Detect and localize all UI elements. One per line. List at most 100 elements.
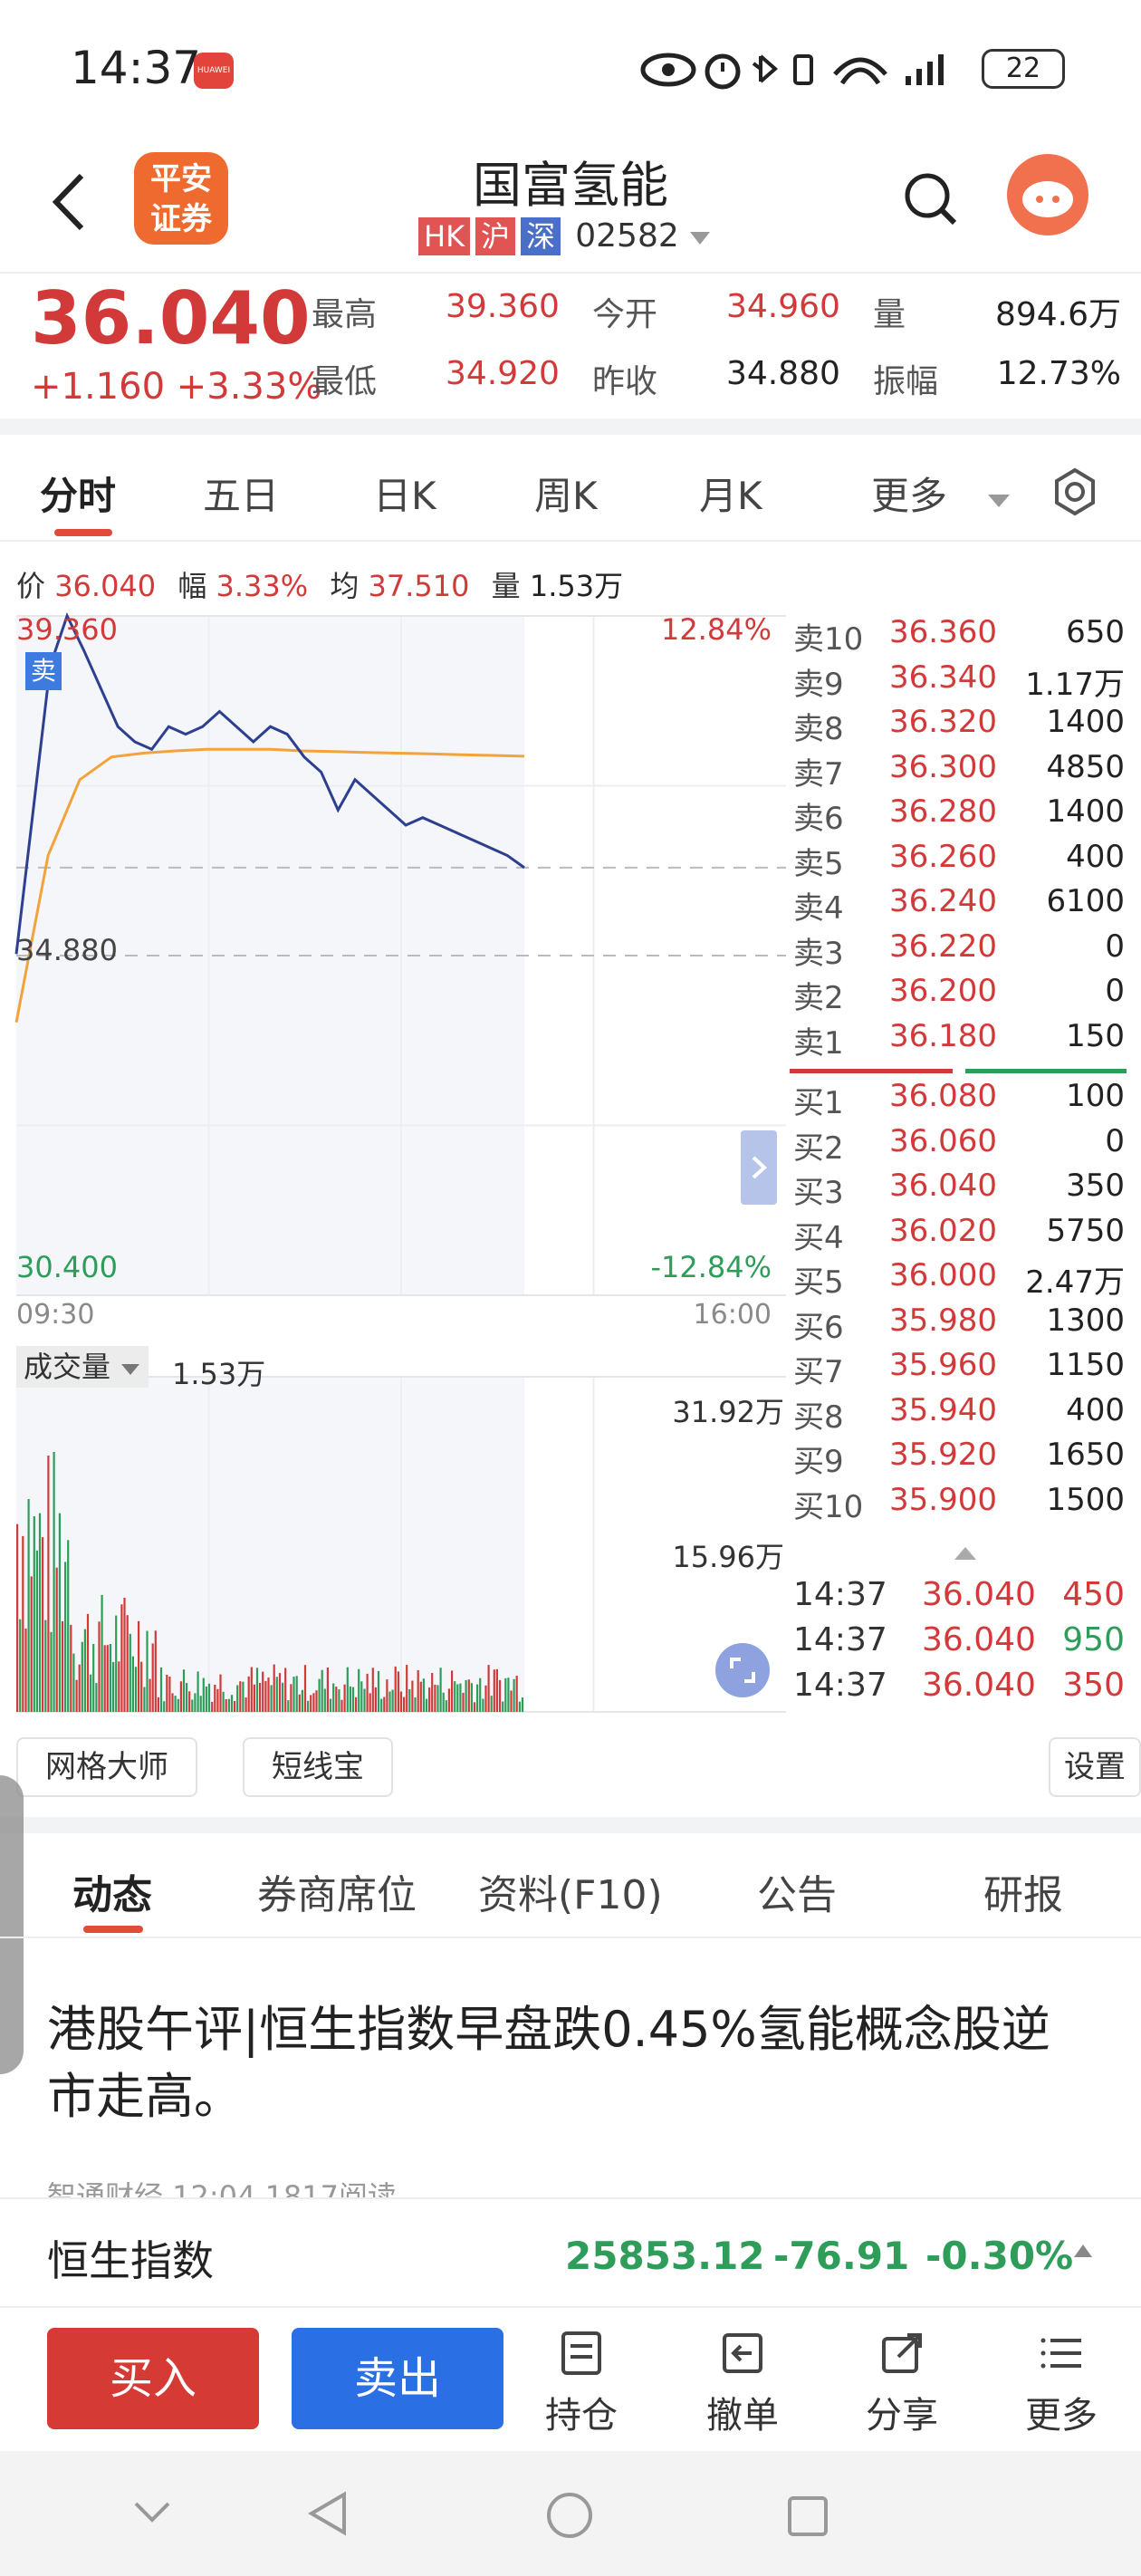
volume-bar <box>86 1613 90 1712</box>
buy-button[interactable]: 买入 <box>47 2328 259 2429</box>
tab-more[interactable]: 更多 <box>871 466 1012 521</box>
chevron-up-icon[interactable] <box>953 1543 978 1562</box>
bid-row[interactable]: 买4 36.020 5750 <box>790 1213 1132 1258</box>
ask-row[interactable]: 卖8 36.320 1400 <box>790 704 1132 749</box>
volume-bar <box>129 1633 131 1712</box>
bid-row[interactable]: 买7 35.960 1150 <box>790 1347 1132 1392</box>
tab-intraday[interactable]: 分时 <box>40 466 116 521</box>
volume-bar <box>216 1688 219 1712</box>
share-button[interactable]: 分享 <box>848 2330 956 2438</box>
volume-bar <box>120 1604 123 1712</box>
sell-button[interactable]: 卖出 <box>292 2328 503 2429</box>
volume-bar <box>442 1692 445 1712</box>
indicator-selector[interactable]: 成交量 <box>16 1346 149 1388</box>
ask-row[interactable]: 卖10 36.360 650 <box>790 614 1132 659</box>
tab-dynamics[interactable]: 动态 <box>72 1862 152 1920</box>
tab-weekly-k[interactable]: 周K <box>534 466 598 521</box>
volume-bar <box>75 1679 78 1712</box>
bid-row[interactable]: 买6 35.980 1300 <box>790 1302 1132 1348</box>
level-volume: 0 <box>1105 928 1125 965</box>
volume-bar <box>287 1700 290 1712</box>
volume-bar <box>326 1668 329 1712</box>
ask-row[interactable]: 卖9 36.340 1.17万 <box>790 659 1132 705</box>
chart-start-time: 09:30 <box>16 1299 95 1331</box>
indicator-label: 成交量 <box>24 1350 111 1384</box>
back-triangle-icon[interactable] <box>308 2491 348 2536</box>
bid-row[interactable]: 买10 35.900 1500 <box>790 1482 1132 1527</box>
bid-row[interactable]: 买3 36.040 350 <box>790 1168 1132 1213</box>
chart-bottom-price: 30.400 <box>16 1250 118 1284</box>
volume-bar <box>194 1693 197 1712</box>
tab-f10[interactable]: 资料(F10) <box>478 1862 663 1920</box>
info-price: 36.040 <box>54 569 157 603</box>
assistant-avatar[interactable] <box>1007 154 1088 235</box>
bid-row[interactable]: 买8 35.940 400 <box>790 1392 1132 1437</box>
bid-row[interactable]: 买2 36.060 0 <box>790 1123 1132 1168</box>
positions-button[interactable]: 持仓 <box>527 2330 636 2438</box>
info-avg: 37.510 <box>368 569 470 603</box>
gear-icon[interactable] <box>1050 467 1099 516</box>
search-icon[interactable] <box>902 170 958 226</box>
tick-time: 14:37 <box>793 1621 887 1658</box>
volume-bar <box>282 1682 284 1712</box>
volume-bar <box>101 1594 103 1712</box>
level-volume: 0 <box>1105 1122 1125 1159</box>
tick-volume: 350 <box>1062 1667 1125 1704</box>
more-button[interactable]: 更多 <box>1007 2330 1116 2438</box>
ask-row[interactable]: 卖4 36.240 6100 <box>790 883 1132 928</box>
bid-row[interactable]: 买5 36.000 2.47万 <box>790 1257 1132 1302</box>
ask-row[interactable]: 卖2 36.200 0 <box>790 973 1132 1018</box>
ask-row[interactable]: 卖7 36.300 4850 <box>790 749 1132 794</box>
tab-five-day[interactable]: 五日 <box>203 466 279 521</box>
stock-code-selector[interactable]: HK 沪深 02582 <box>418 217 712 255</box>
tab-announcements[interactable]: 公告 <box>757 1862 837 1920</box>
stock-title: 国富氢能 <box>473 157 668 214</box>
grid-master-button[interactable]: 网格大师 <box>16 1737 197 1797</box>
tick-price: 36.040 <box>922 1576 1036 1613</box>
tab-broker-seats[interactable]: 券商席位 <box>257 1862 417 1920</box>
bid-row[interactable]: 买9 35.920 1650 <box>790 1437 1132 1482</box>
volume-bar <box>476 1684 479 1712</box>
volume-bar <box>383 1697 386 1712</box>
volume-bar <box>109 1644 111 1712</box>
cancel-order-button[interactable]: 撤单 <box>688 2330 797 2438</box>
volume-bar <box>278 1673 282 1712</box>
level-price: 36.020 <box>889 1212 997 1249</box>
recents-square-icon[interactable] <box>786 2494 829 2538</box>
index-value: 25853.12 <box>565 2234 765 2278</box>
system-status-icons <box>640 53 944 90</box>
tab-daily-k[interactable]: 日K <box>373 466 436 521</box>
ask-row[interactable]: 卖1 36.180 150 <box>790 1018 1132 1063</box>
ask-row[interactable]: 卖5 36.260 400 <box>790 839 1132 884</box>
intraday-chart[interactable] <box>0 607 788 1721</box>
chevron-down-icon <box>988 495 1011 507</box>
fullscreen-button[interactable] <box>715 1643 770 1697</box>
ask-row[interactable]: 卖6 36.280 1400 <box>790 793 1132 839</box>
short-line-button[interactable]: 短线宝 <box>243 1737 393 1797</box>
volume-bar <box>431 1673 434 1712</box>
chevron-down-icon[interactable] <box>132 2498 172 2525</box>
tick-time: 14:37 <box>793 1667 887 1704</box>
home-circle-icon[interactable] <box>545 2491 594 2540</box>
tab-research[interactable]: 研报 <box>983 1862 1063 1920</box>
chart-top-price: 39.360 <box>16 612 118 647</box>
info-avg-label: 均 <box>330 569 360 603</box>
volume-axis-max: 31.92万 <box>672 1395 784 1429</box>
volume-bar <box>138 1620 140 1712</box>
chart-settings-button[interactable]: 设置 <box>1049 1737 1141 1797</box>
robot-face-icon <box>1022 181 1073 217</box>
chevron-up-icon[interactable] <box>1072 2243 1094 2259</box>
side-drawer-handle[interactable] <box>0 1775 24 2074</box>
volume-bar <box>38 1513 42 1712</box>
volume-bar <box>340 1699 343 1712</box>
tab-monthly-k[interactable]: 月K <box>699 466 762 521</box>
level-label: 卖8 <box>793 711 844 747</box>
volume-bar <box>186 1683 188 1712</box>
bid-row[interactable]: 买1 36.080 100 <box>790 1078 1132 1123</box>
ask-row[interactable]: 卖3 36.220 0 <box>790 928 1132 974</box>
expand-orderbook-button[interactable] <box>741 1130 777 1205</box>
volume-bar <box>515 1676 518 1712</box>
volume-bar <box>273 1664 275 1712</box>
news-headline[interactable]: 港股午评|恒生指数早盘跌0.45%氢能概念股逆市走高。 <box>47 1996 1098 2130</box>
volume-bar <box>495 1668 498 1712</box>
